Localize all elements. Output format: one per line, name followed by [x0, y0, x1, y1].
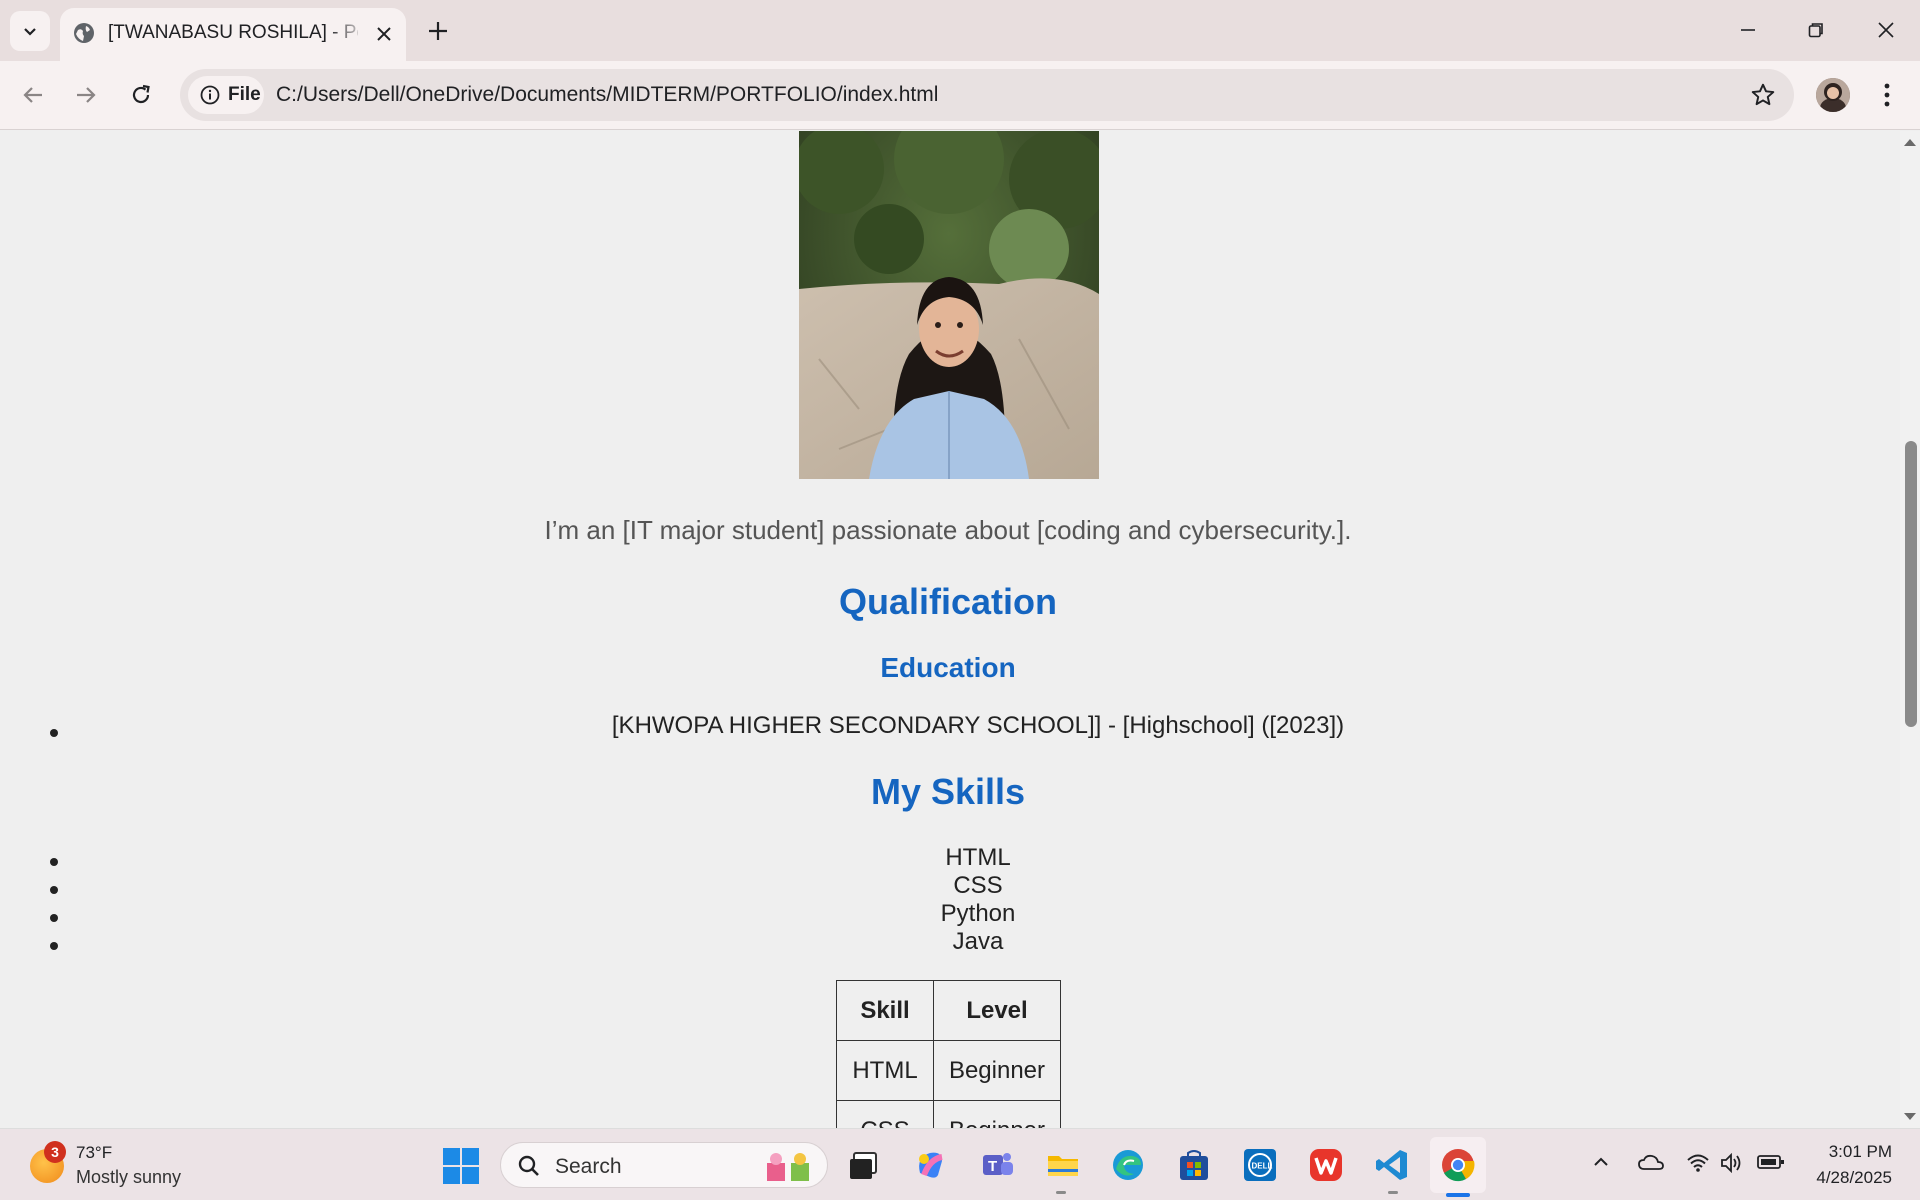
- dell-icon[interactable]: DELL: [1242, 1147, 1278, 1183]
- minimize-icon: [1741, 29, 1755, 31]
- browser-tab[interactable]: [TWANABASU ROSHILA] - Portf: [60, 8, 406, 61]
- taskbar-search-box[interactable]: Search: [500, 1142, 828, 1188]
- profile-photo: [799, 131, 1099, 479]
- close-tab-button[interactable]: [372, 22, 396, 46]
- wps-office-icon[interactable]: [1308, 1147, 1344, 1183]
- address-bar[interactable]: File C:/Users/Dell/OneDrive/Documents/MI…: [180, 69, 1794, 121]
- education-heading: Education: [880, 652, 1016, 683]
- skill-item: HTML: [945, 844, 1011, 871]
- more-vertical-icon: [1884, 83, 1890, 107]
- skill-item: CSS: [953, 872, 1003, 899]
- url-text[interactable]: C:/Users/Dell/OneDrive/Documents/MIDTERM…: [276, 83, 938, 107]
- tab-title: [TWANABASU ROSHILA] - Portf: [108, 22, 358, 43]
- copilot-icon[interactable]: [912, 1147, 948, 1183]
- vscode-icon[interactable]: [1374, 1147, 1410, 1183]
- clock-time: 3:01 PM: [1828, 1142, 1892, 1161]
- qualification-heading: Qualification: [838, 581, 1058, 622]
- onedrive-cloud-icon[interactable]: [1638, 1153, 1664, 1171]
- chip-label: File: [228, 84, 261, 105]
- table-cell: CSS: [836, 1100, 934, 1128]
- site-info-chip[interactable]: File: [188, 76, 264, 114]
- volume-icon[interactable]: [1720, 1153, 1744, 1173]
- system-clock[interactable]: 3:01 PM 4/28/2025: [1816, 1139, 1892, 1191]
- skill-item: Python: [940, 900, 1016, 927]
- profile-avatar[interactable]: [1816, 78, 1850, 112]
- table-cell: Beginner: [933, 1100, 1061, 1128]
- scrollbar-thumb[interactable]: [1905, 441, 1917, 727]
- skill-item: Java: [952, 928, 1004, 955]
- back-button[interactable]: [13, 75, 53, 115]
- vertical-scrollbar[interactable]: [1900, 131, 1920, 1128]
- table-cell: HTML: [836, 1040, 934, 1101]
- table-row: CSS Beginner: [836, 1100, 1061, 1128]
- bookmark-star-icon[interactable]: [1750, 82, 1776, 108]
- temperature: 73°F: [76, 1143, 113, 1162]
- table-header: Skill: [836, 980, 934, 1041]
- scroll-up-icon[interactable]: [1903, 137, 1917, 147]
- windows-start-icon[interactable]: [443, 1148, 479, 1184]
- search-label: Search: [555, 1155, 622, 1178]
- close-window-button[interactable]: [1866, 10, 1906, 50]
- reload-button[interactable]: [121, 75, 161, 115]
- microsoft-store-icon[interactable]: [1176, 1147, 1212, 1183]
- restore-button[interactable]: [1796, 10, 1836, 50]
- scroll-down-icon[interactable]: [1903, 1112, 1917, 1122]
- avatar-icon: [1816, 78, 1850, 112]
- windows-taskbar: 3 73°F Mostly sunny Search T DELL 3:01 P…: [0, 1128, 1920, 1200]
- chrome-icon[interactable]: [1440, 1147, 1476, 1183]
- forward-button[interactable]: [66, 75, 106, 115]
- globe-icon: [74, 23, 94, 43]
- svg-text:T: T: [988, 1158, 997, 1175]
- task-view-icon[interactable]: [846, 1147, 882, 1183]
- tab-strip: [TWANABASU ROSHILA] - Portf: [0, 0, 1920, 61]
- battery-icon[interactable]: [1757, 1153, 1785, 1171]
- page-viewport: I’m an [IT major student] passionate abo…: [0, 131, 1900, 1128]
- teams-icon[interactable]: T: [979, 1147, 1015, 1183]
- intro-text: I’m an [IT major student] passionate abo…: [544, 515, 1352, 545]
- table-row: HTML Beginner: [836, 1040, 1061, 1101]
- education-item: [KHWOPA HIGHER SECONDARY SCHOOL]] - [Hig…: [611, 712, 1345, 739]
- browser-toolbar: File C:/Users/Dell/OneDrive/Documents/MI…: [0, 61, 1920, 130]
- chevron-up-icon[interactable]: [1592, 1153, 1610, 1171]
- table-header-row: Skill Level: [836, 980, 1061, 1041]
- search-icon: [518, 1155, 539, 1176]
- clock-date: 4/28/2025: [1816, 1168, 1892, 1187]
- new-tab-button[interactable]: [420, 13, 456, 49]
- restore-icon: [1808, 23, 1823, 38]
- edge-icon[interactable]: [1110, 1147, 1146, 1183]
- close-icon: [377, 27, 391, 41]
- plus-icon: [429, 22, 447, 40]
- arrow-left-icon: [23, 87, 42, 103]
- skills-heading: My Skills: [870, 771, 1026, 812]
- skills-table: Skill Level HTML Beginner CSS Beginner: [836, 980, 1061, 1128]
- wifi-icon[interactable]: [1686, 1153, 1710, 1173]
- minimize-button[interactable]: [1728, 10, 1768, 50]
- info-icon: [200, 85, 220, 105]
- close-icon: [1878, 22, 1894, 38]
- chevron-down-icon: [24, 28, 36, 36]
- notification-badge: 3: [44, 1141, 66, 1163]
- table-cell: Beginner: [933, 1040, 1061, 1101]
- search-highlight-icon: [767, 1153, 809, 1181]
- tab-search-button[interactable]: [10, 11, 50, 51]
- file-explorer-icon[interactable]: [1045, 1147, 1081, 1183]
- weather-condition: Mostly sunny: [76, 1167, 182, 1187]
- browser-menu-button[interactable]: [1870, 78, 1904, 112]
- table-header: Level: [933, 980, 1061, 1041]
- svg-text:DELL: DELL: [1252, 1162, 1273, 1171]
- reload-icon: [132, 84, 150, 104]
- arrow-right-icon: [77, 87, 96, 103]
